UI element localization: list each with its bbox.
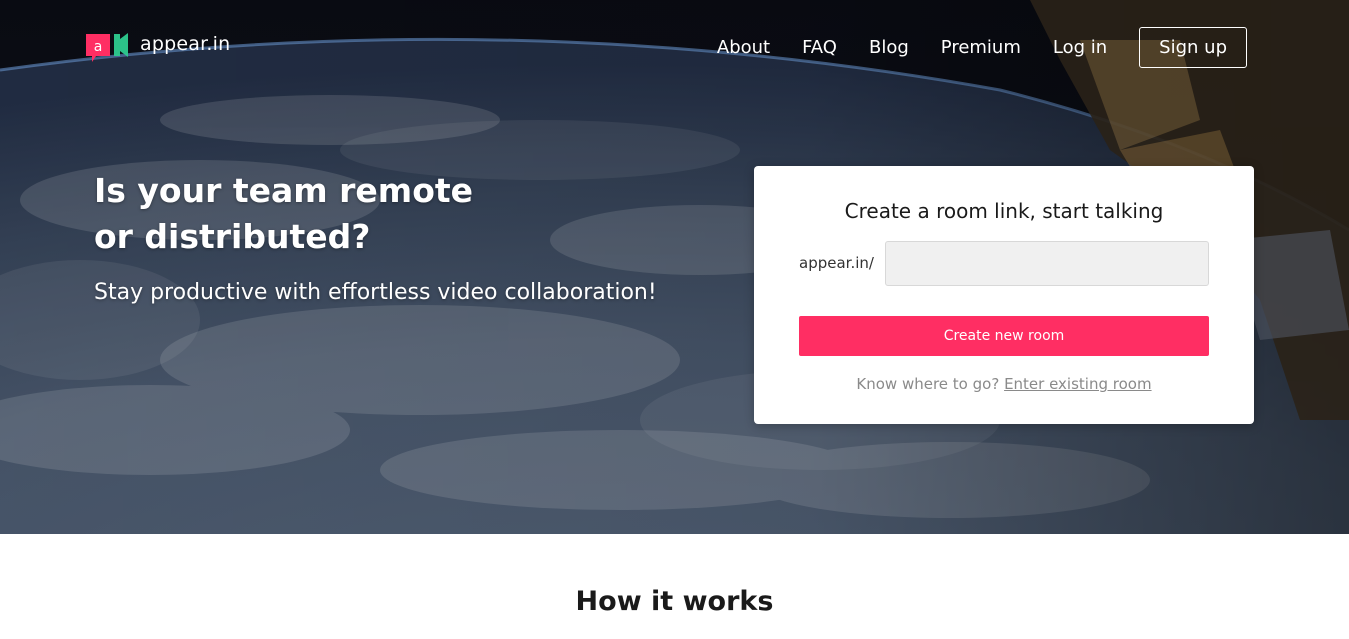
hero-headline: Is your team remote or distributed? [94, 168, 473, 260]
hero-section: a appear.in About FAQ Blog Premium Log i… [0, 0, 1349, 534]
create-room-button[interactable]: Create new room [799, 316, 1209, 356]
hero-headline-line1: Is your team remote [94, 171, 474, 210]
how-it-works-heading: How it works [575, 586, 774, 617]
existing-room-prompt: Know where to go? [856, 375, 1005, 393]
nav-link-faq[interactable]: FAQ [802, 28, 837, 68]
create-room-card: Create a room link, start talking appear… [754, 166, 1254, 424]
nav-link-about[interactable]: About [717, 28, 770, 68]
hero-subline: Stay productive with effortless video co… [94, 280, 657, 305]
nav-link-premium[interactable]: Premium [941, 28, 1021, 68]
brand-name: appear.in [140, 33, 231, 55]
url-prefix-label: appear.in/ [799, 254, 874, 272]
nav-link-login[interactable]: Log in [1053, 28, 1107, 68]
enter-existing-room-link[interactable]: Enter existing room [1004, 375, 1152, 393]
existing-room-row: Know where to go? Enter existing room [754, 375, 1254, 393]
signup-button[interactable]: Sign up [1139, 27, 1247, 68]
logo-letter: a [94, 39, 103, 55]
room-name-input[interactable] [885, 241, 1209, 286]
appear-in-logo-icon: a [84, 30, 130, 64]
card-title: Create a room link, start talking [844, 199, 1164, 223]
brand-logo[interactable]: a appear.in [84, 30, 230, 64]
top-nav: About FAQ Blog Premium Log in Sign up [685, 27, 1247, 68]
nav-link-blog[interactable]: Blog [869, 28, 909, 68]
hero-headline-line2: or distributed? [94, 217, 371, 256]
